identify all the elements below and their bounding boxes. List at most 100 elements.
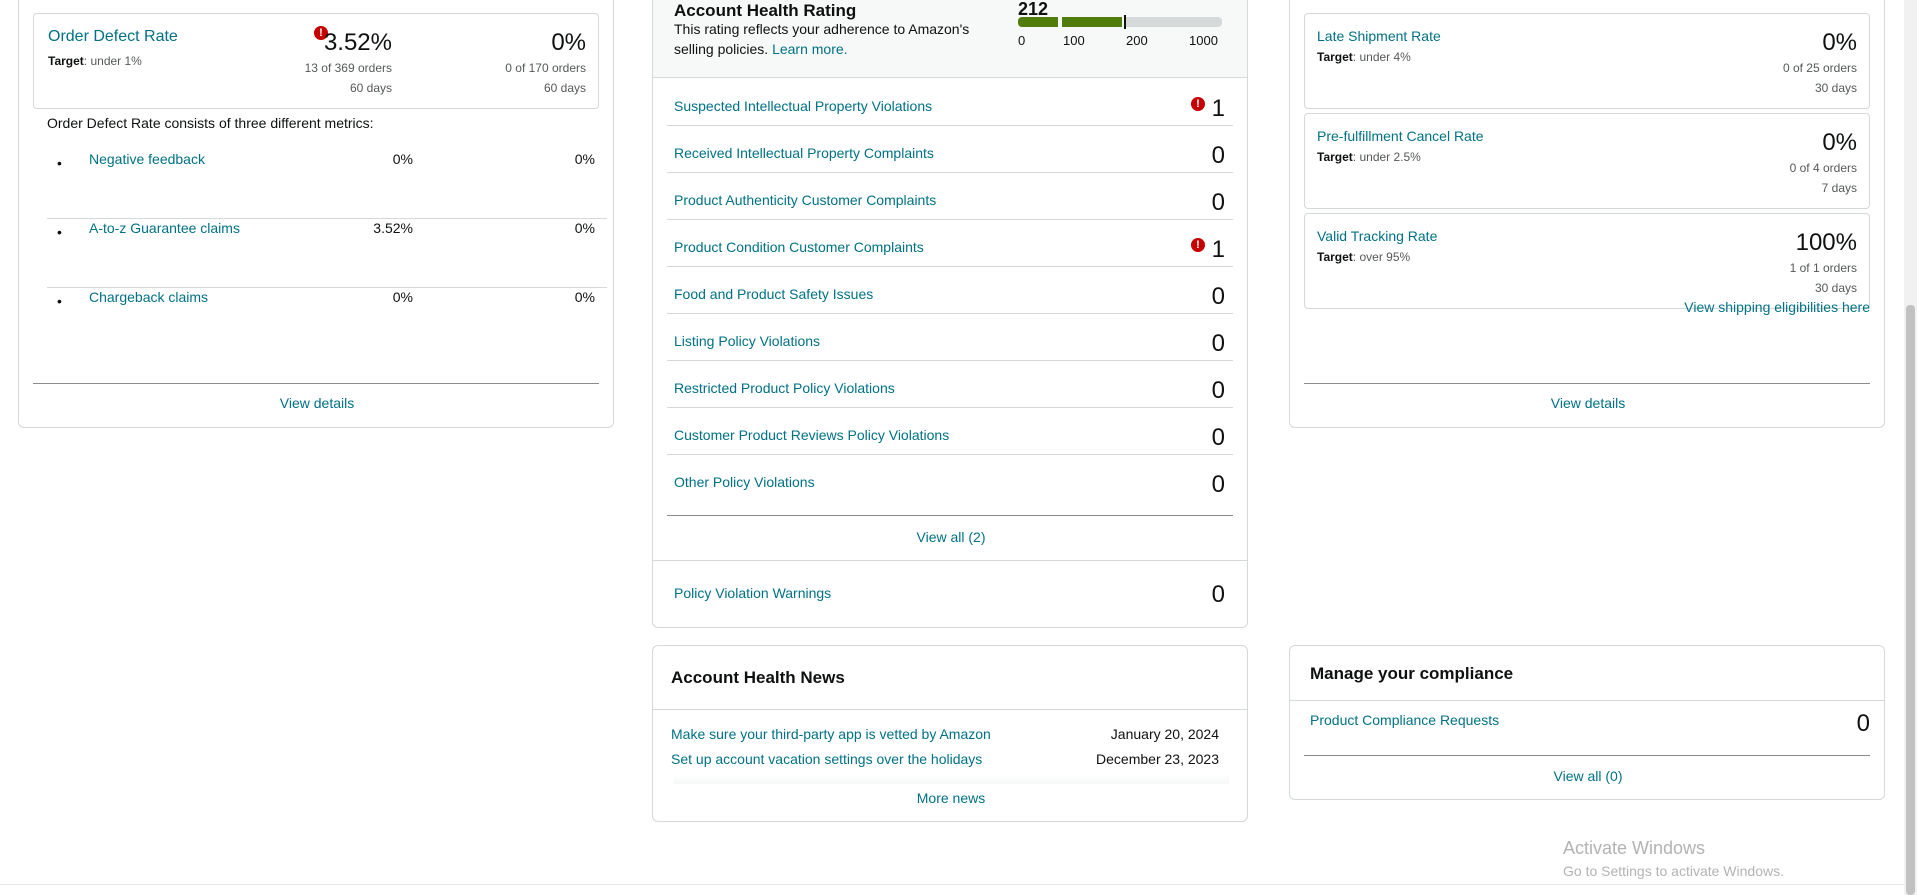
vertical-scrollbar[interactable] [1904,0,1917,895]
odr-seller-fulfilled: 3.52% 13 of 369 orders 60 days [305,28,392,98]
violation-row: Restricted Product Policy Violations 0 [667,361,1233,408]
metric-values: 0% 0 of 25 orders 30 days [1783,28,1857,98]
metric-orders: 0 of 25 orders [1782,61,1857,75]
news-item: Make sure your third-party app is vetted… [671,726,1219,742]
metric-value: 3.52% [373,220,413,236]
bar-tick-label: 0 [1018,33,1026,48]
odr-metric-row: • Negative feedback 0% 0% [47,151,607,219]
violations-view-all-link[interactable]: View all (2) [653,529,1249,545]
violation-count: 0 [1211,424,1225,451]
learn-more-link[interactable]: Learn more. [772,41,847,57]
pre-fulfillment-cancel-rate-link[interactable]: Pre-fulfillment Cancel Rate [1317,128,1484,144]
valid-tracking-rate-box: Valid Tracking Rate Target: over 95% 100… [1304,213,1870,309]
score-marker [1124,15,1126,29]
odr-metric-row: • Chargeback claims 0% 0% [47,289,607,357]
compliance-count: 0 [1856,710,1870,737]
order-defect-rate-box: Order Defect Rate Target: under 1% ! 3.5… [33,13,599,109]
odr-period: 60 days [349,81,392,95]
order-defect-rate-link[interactable]: Order Defect Rate [48,28,178,46]
violation-row: Received Intellectual Property Complaint… [667,126,1233,173]
metric-value: 0% [1822,129,1857,156]
pre-fulfillment-cancel-rate-box: Pre-fulfillment Cancel Rate Target: unde… [1304,113,1870,209]
shipping-performance-panel: Late Shipment Rate Target: under 4% 0% 0… [1289,0,1885,428]
chargeback-claims-link[interactable]: Chargeback claims [89,289,208,305]
compliance-view-all-link[interactable]: View all (0) [1290,768,1886,784]
violation-row: Other Policy Violations 0 [667,455,1233,502]
customer-service-performance-panel: Order Defect Rate Target: under 1% ! 3.5… [18,0,614,428]
violation-count: 0 [1211,377,1225,404]
metric-value: 0% [392,289,413,305]
odr-orders: 0 of 170 orders [505,61,586,75]
news-item-link[interactable]: Make sure your third-party app is vetted… [671,726,991,742]
condition-complaints-link[interactable]: Product Condition Customer Complaints [674,239,924,255]
listing-policy-violations-link[interactable]: Listing Policy Violations [674,333,820,349]
bullet-icon: • [57,155,62,171]
violation-count: 0 [1211,283,1225,310]
a-to-z-claims-link[interactable]: A-to-z Guarantee claims [89,220,240,236]
odr-view-details-link[interactable]: View details [19,395,615,411]
shipping-eligibilities-link[interactable]: View shipping eligibilities here [1684,299,1870,315]
valid-tracking-rate-link[interactable]: Valid Tracking Rate [1317,228,1437,244]
ahr-header: Account Health Rating This rating reflec… [653,0,1247,78]
metric-value: 0% [392,151,413,167]
negative-feedback-link[interactable]: Negative feedback [89,151,205,167]
metric-value: 0% [574,151,595,167]
news-date: January 20, 2024 [1110,726,1219,742]
violation-row: Suspected Intellectual Property Violatio… [667,79,1233,126]
account-health-rating-panel: Account Health Rating This rating reflec… [652,0,1248,628]
divider [33,383,599,384]
divider [1304,755,1870,756]
violation-count: 0 [1211,471,1225,498]
reviews-policy-violations-link[interactable]: Customer Product Reviews Policy Violatio… [674,427,949,443]
bar-segment-poor [1018,17,1058,27]
odr-metric-row: • A-to-z Guarantee claims 3.52% 0% [47,220,607,288]
shipping-view-details-link[interactable]: View details [1290,395,1886,411]
divider [653,709,1247,710]
violation-count: 0 [1211,581,1225,608]
violation-row: Food and Product Safety Issues 0 [667,267,1233,314]
fade-overlay [673,774,1229,784]
metric-values: 100% 1 of 1 orders 30 days [1790,228,1857,298]
metric-value: 100% [1795,229,1857,256]
compliance-title: Manage your compliance [1310,664,1514,683]
violation-count: 0 [1211,142,1225,169]
manage-compliance-panel: Manage your compliance Product Complianc… [1289,645,1885,800]
late-shipment-rate-link[interactable]: Late Shipment Rate [1317,28,1441,44]
violation-row: Customer Product Reviews Policy Violatio… [667,408,1233,455]
news-title: Account Health News [671,668,845,687]
restricted-product-violations-link[interactable]: Restricted Product Policy Violations [674,380,895,396]
bar-segment-healthy [1126,17,1222,27]
metric-value: 0% [574,220,595,236]
news-item: Set up account vacation settings over th… [671,751,1219,767]
metric-target: Target: under 4% [1317,50,1411,64]
bar-segment-at-risk [1062,17,1122,27]
page-footer-divider [0,884,1904,885]
policy-violation-warnings-link[interactable]: Policy Violation Warnings [674,585,831,601]
odr-orders: 13 of 369 orders [304,61,392,75]
news-date: December 23, 2023 [1096,751,1219,767]
odr-amazon-fulfilled: 0% 0 of 170 orders 60 days [505,28,586,98]
received-ip-complaints-link[interactable]: Received Intellectual Property Complaint… [674,145,934,161]
metric-values: 0% 0 of 4 orders 7 days [1790,128,1857,198]
news-item-link[interactable]: Set up account vacation settings over th… [671,751,982,767]
scrollbar-thumb[interactable] [1906,305,1915,895]
metric-period: 30 days [1814,281,1857,295]
product-compliance-requests-link[interactable]: Product Compliance Requests [1310,712,1499,728]
food-safety-issues-link[interactable]: Food and Product Safety Issues [674,286,873,302]
violation-count: 1 [1211,236,1225,263]
alert-icon: ! [1191,238,1205,252]
other-policy-violations-link[interactable]: Other Policy Violations [674,474,815,490]
divider [1304,383,1870,384]
odr-value: 3.52% [323,29,392,56]
bullet-icon: • [57,224,62,240]
violation-count: 1 [1211,95,1225,122]
metric-target: Target: under 2.5% [1317,150,1421,164]
suspected-ip-violations-link[interactable]: Suspected Intellectual Property Violatio… [674,98,932,114]
policy-violation-warnings-row: Policy Violation Warnings 0 [653,560,1247,628]
bullet-icon: • [57,293,62,309]
violation-row: Listing Policy Violations 0 [667,314,1233,361]
violation-count: 0 [1211,330,1225,357]
odr-period: 60 days [543,81,586,95]
authenticity-complaints-link[interactable]: Product Authenticity Customer Complaints [674,192,936,208]
more-news-link[interactable]: More news [653,790,1249,806]
